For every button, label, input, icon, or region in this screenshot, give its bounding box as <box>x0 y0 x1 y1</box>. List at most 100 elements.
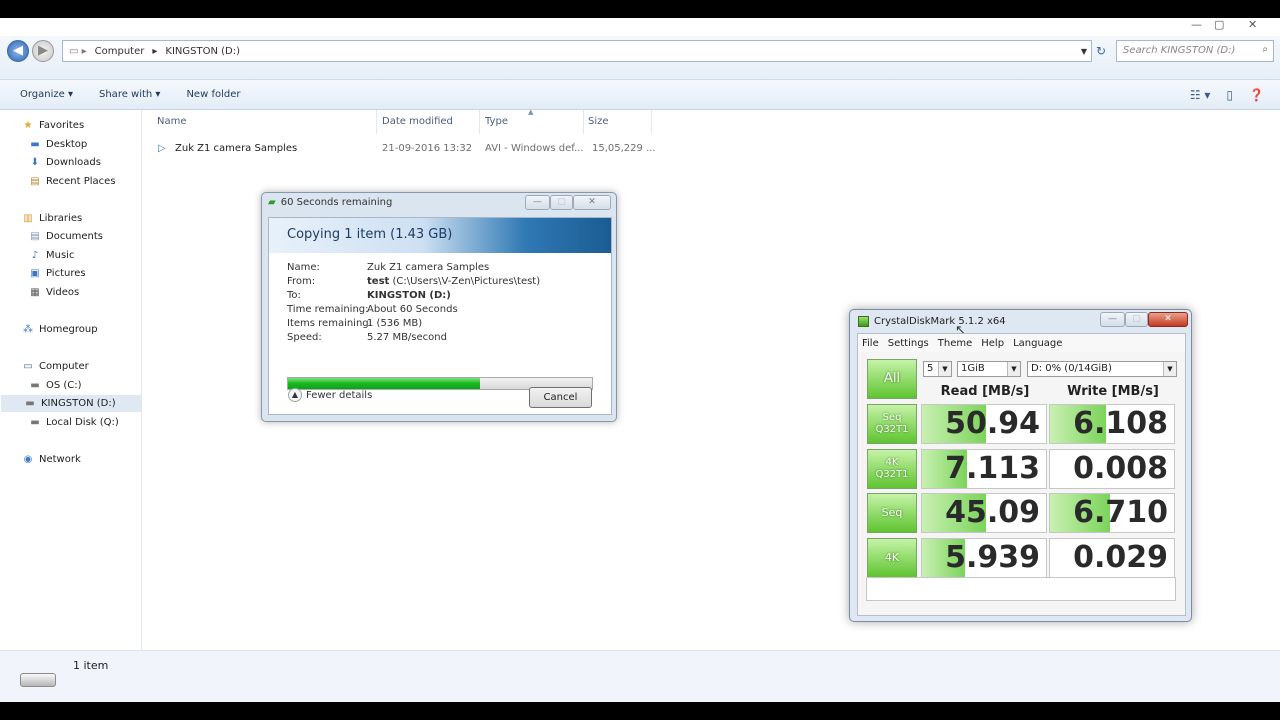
column-separator[interactable] <box>651 110 652 134</box>
label-speed: Speed: <box>287 332 322 343</box>
column-separator[interactable] <box>376 110 377 134</box>
organize-button[interactable]: Organize ▾ <box>20 89 73 100</box>
column-header-type[interactable]: Type <box>485 116 508 130</box>
menu-language[interactable]: Language <box>1013 338 1062 349</box>
close-button[interactable]: ✕ <box>573 195 611 210</box>
nav-libraries[interactable]: ▥ Libraries <box>22 210 82 227</box>
write-value: 0.008 <box>1073 451 1168 486</box>
view-options-icon[interactable]: ☷ ▾ <box>1190 88 1211 102</box>
test-size-select[interactable]: 1GiB ▼ <box>957 361 1021 377</box>
maximize-icon[interactable]: ▢ <box>1214 18 1224 31</box>
fewer-details-button[interactable]: ▲ Fewer details <box>288 388 372 402</box>
test-sublabel: Q32T1 <box>875 424 909 435</box>
test-button-1[interactable]: Seq Q32T1 <box>867 404 917 444</box>
videos-icon: ▦ <box>30 287 40 298</box>
comment-field[interactable] <box>866 577 1176 601</box>
search-input[interactable]: Search KINGSTON (D:) ⌕ <box>1116 40 1274 62</box>
cdm-titlebar[interactable]: CrystalDiskMark 5.1.2 x64 <box>858 316 1006 327</box>
refresh-icon[interactable]: ↻ <box>1092 40 1110 62</box>
cdm-title: CrystalDiskMark 5.1.2 x64 <box>874 316 1006 327</box>
minimize-button[interactable]: — <box>525 195 550 210</box>
test-label: 4K <box>884 551 900 564</box>
back-button[interactable]: ◀ <box>7 40 29 62</box>
label-name: Name: <box>287 262 320 273</box>
breadcrumb-computer[interactable]: Computer <box>95 46 145 57</box>
cancel-button[interactable]: Cancel <box>529 387 592 408</box>
music-icon: ♪ <box>31 250 39 261</box>
file-size: 15,05,229 ... <box>592 143 656 154</box>
nav-videos[interactable]: ▦ Videos <box>29 284 79 301</box>
nav-desktop[interactable]: ▬ Desktop <box>29 136 87 153</box>
test-count-select[interactable]: 5 ▼ <box>923 361 952 377</box>
nav-homegroup[interactable]: ⁂ Homegroup <box>22 321 98 338</box>
nav-downloads[interactable]: ⬇ Downloads <box>29 154 101 171</box>
nav-music[interactable]: ♪ Music <box>29 247 75 264</box>
preview-pane-icon[interactable]: ▯ <box>1226 88 1233 102</box>
test-button-2[interactable]: 4K Q32T1 <box>867 449 917 489</box>
menu-bar: File Settings Theme Help Language <box>858 334 1185 352</box>
maximize-button[interactable]: ▢ <box>1125 312 1148 327</box>
documents-icon: ▤ <box>30 231 40 242</box>
menu-settings[interactable]: Settings <box>888 338 929 349</box>
value-to[interactable]: KINGSTON (D:) <box>367 290 451 301</box>
search-icon[interactable]: ⌕ <box>1262 44 1268 55</box>
status-bar: 1 item <box>0 650 1280 702</box>
dialog-heading: Copying 1 item (1.43 GB) <box>269 218 611 253</box>
homegroup-icon: ⁂ <box>23 324 33 335</box>
new-folder-button[interactable]: New folder <box>186 89 240 100</box>
read-result-1: 50.94 <box>921 404 1047 444</box>
nav-kingston-d[interactable]: ▬ KINGSTON (D:) <box>1 395 141 412</box>
column-header-size[interactable]: Size <box>588 116 609 130</box>
address-bar[interactable]: ▭ ▸ Computer ▸ KINGSTON (D:) ▼ <box>62 40 1092 62</box>
value-from[interactable]: test (C:\Users\V-Zen\Pictures\test) <box>367 276 540 287</box>
column-separator[interactable] <box>583 110 584 134</box>
drive-icon: ▬ <box>30 380 40 391</box>
chevron-right-icon: ▸ <box>152 45 158 57</box>
minimize-icon[interactable]: — <box>1191 18 1202 31</box>
dialog-title: 60 Seconds remaining <box>280 197 393 208</box>
menu-file[interactable]: File <box>862 338 879 349</box>
write-value: 6.710 <box>1073 495 1168 530</box>
chevron-down-icon[interactable]: ▼ <box>1081 47 1087 56</box>
maximize-button[interactable]: ▢ <box>550 195 573 210</box>
column-header-name[interactable]: Name <box>157 116 187 130</box>
nav-network[interactable]: ◉ Network <box>22 451 81 468</box>
menu-theme[interactable]: Theme <box>938 338 973 349</box>
dialog-titlebar[interactable]: ▰ 60 Seconds remaining <box>268 197 392 208</box>
menu-help[interactable]: Help <box>981 338 1004 349</box>
nav-recent-places[interactable]: ▤ Recent Places <box>29 173 115 190</box>
test-sublabel: Q32T1 <box>875 469 909 480</box>
copy-progress-dialog: ▰ 60 Seconds remaining — ▢ ✕ Copying 1 i… <box>261 192 617 422</box>
test-button-3[interactable]: Seq <box>867 493 917 533</box>
sort-arrow-icon: ▲ <box>528 108 534 116</box>
read-header: Read [MB/s] <box>940 384 1030 399</box>
test-label: Seq <box>882 412 902 423</box>
nav-local-disk-q[interactable]: ▬ Local Disk (Q:) <box>29 414 119 431</box>
all-button[interactable]: All <box>867 359 917 399</box>
nav-favorites[interactable]: ★ Favorites <box>22 117 85 134</box>
nav-pictures[interactable]: ▣ Pictures <box>29 265 85 282</box>
test-button-4[interactable]: 4K <box>867 538 917 578</box>
recent-places-icon: ▤ <box>30 176 40 187</box>
nav-os-c[interactable]: ▬ OS (C:) <box>29 377 81 394</box>
close-button[interactable]: ✕ <box>1148 312 1188 327</box>
column-header-date[interactable]: Date modified <box>382 116 453 130</box>
close-icon[interactable]: ✕ <box>1248 18 1257 31</box>
share-with-button[interactable]: Share with ▾ <box>99 89 160 100</box>
nav-computer[interactable]: ▭ Computer <box>22 358 88 375</box>
breadcrumb-kingston[interactable]: KINGSTON (D:) <box>165 46 240 57</box>
file-name[interactable]: Zuk Z1 camera Samples <box>175 143 297 154</box>
read-result-3: 45.09 <box>921 493 1047 533</box>
drive-select[interactable]: D: 0% (0/14GiB) ▼ <box>1027 361 1177 377</box>
nav-documents[interactable]: ▤ Documents <box>29 228 103 245</box>
forward-button[interactable]: ▶ <box>32 40 54 62</box>
minimize-button[interactable]: — <box>1100 312 1125 327</box>
help-icon[interactable]: ❓ <box>1249 88 1264 102</box>
read-value: 50.94 <box>945 406 1040 441</box>
crystaldiskmark-window: CrystalDiskMark 5.1.2 x64 — ▢ ✕ ↖ File S… <box>849 309 1192 622</box>
column-separator[interactable] <box>479 110 480 134</box>
command-bar: Organize ▾ Share with ▾ New folder ☷ ▾ ▯… <box>0 80 1280 110</box>
libraries-icon: ▥ <box>23 213 33 224</box>
write-header: Write [MB/s] <box>1067 384 1159 399</box>
chevron-up-icon: ▲ <box>288 388 302 402</box>
